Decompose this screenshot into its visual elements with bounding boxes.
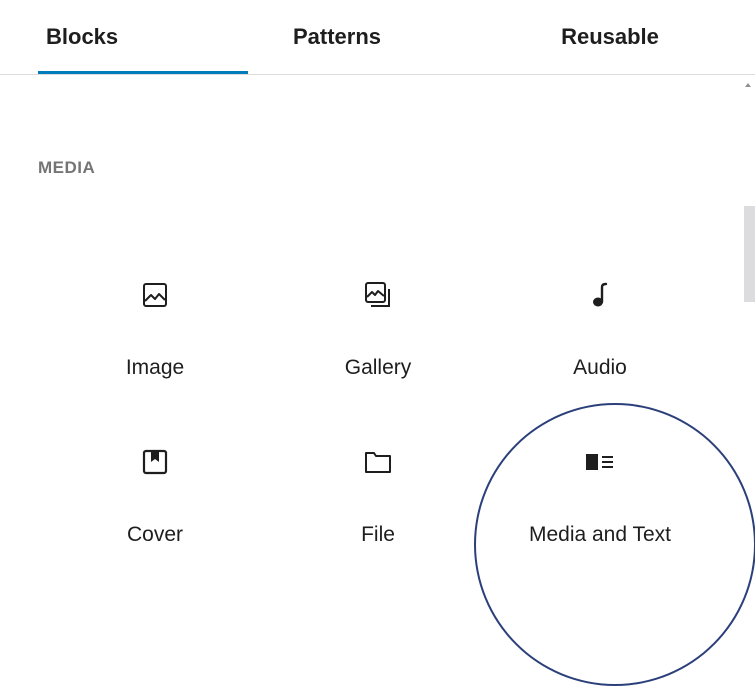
- block-label: File: [361, 523, 395, 546]
- gallery-icon: [363, 280, 393, 310]
- block-audio-button[interactable]: Audio: [515, 280, 685, 420]
- cover-icon: [140, 447, 170, 477]
- image-icon: [140, 280, 170, 310]
- scrollbar-thumb[interactable]: [744, 206, 755, 302]
- block-label: Audio: [573, 356, 627, 379]
- block-label: Image: [125, 356, 185, 379]
- tab-patterns[interactable]: Patterns: [262, 0, 412, 74]
- tab-blocks[interactable]: Blocks: [38, 0, 248, 74]
- block-cover-button[interactable]: Cover: [70, 447, 240, 587]
- section-title: MEDIA: [38, 158, 96, 177]
- file-icon: [363, 447, 393, 477]
- block-label: Gallery: [344, 356, 412, 379]
- block-label: Cover: [126, 523, 184, 546]
- block-media-and-text-button[interactable]: Media and Text: [515, 447, 685, 587]
- active-tab-indicator: [38, 71, 248, 74]
- audio-icon: [585, 280, 615, 310]
- block-image-button[interactable]: Image: [70, 280, 240, 420]
- scroll-up-arrow-icon[interactable]: [745, 83, 751, 87]
- block-label: Media and Text: [528, 523, 672, 546]
- tab-reusable[interactable]: Reusable: [530, 0, 690, 74]
- blocks-panel: MEDIA Image Gallery Audio Cover File Med…: [0, 75, 755, 686]
- block-file-button[interactable]: File: [293, 447, 463, 587]
- inserter-tabs: Blocks Patterns Reusable: [0, 0, 755, 75]
- media-and-text-icon: [585, 447, 615, 477]
- block-inserter: Blocks Patterns Reusable MEDIA Image Gal…: [0, 0, 755, 686]
- block-gallery-button[interactable]: Gallery: [293, 280, 463, 420]
